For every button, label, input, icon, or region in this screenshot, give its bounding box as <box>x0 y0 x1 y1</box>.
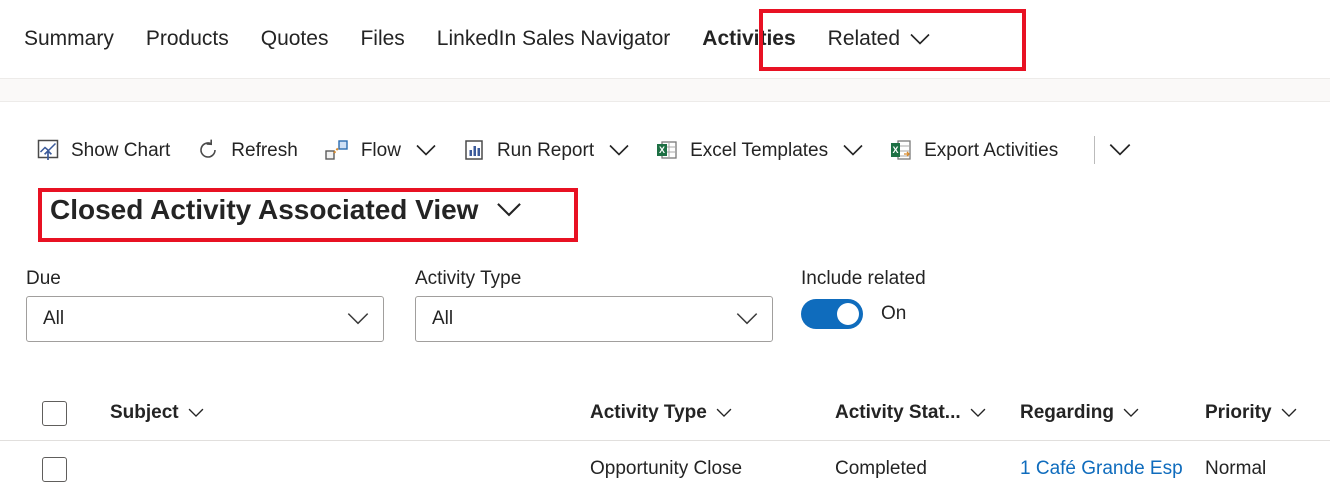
nav-tab-files[interactable]: Files <box>344 0 420 78</box>
column-header-activity-type-label: Activity Type <box>590 402 707 423</box>
view-selector[interactable]: Closed Activity Associated View <box>50 194 522 226</box>
flow-button[interactable]: Flow <box>324 139 436 161</box>
section-divider-band <box>0 78 1330 102</box>
chevron-down-icon <box>1281 408 1297 418</box>
chevron-down-icon <box>188 408 204 418</box>
select-all-checkbox[interactable] <box>42 400 67 426</box>
due-filter-label: Due <box>26 268 61 289</box>
export-excel-icon: X <box>889 138 913 162</box>
column-header-regarding[interactable]: Regarding <box>1020 402 1205 424</box>
due-filter-value: All <box>43 308 65 329</box>
due-filter-select[interactable]: All <box>26 296 384 342</box>
chevron-down-icon <box>1109 143 1131 157</box>
command-bar-separator <box>1094 136 1096 164</box>
cell-priority: Normal <box>1205 458 1267 479</box>
row-checkbox[interactable] <box>42 456 67 482</box>
svg-text:X: X <box>659 145 665 155</box>
show-chart-button[interactable]: Show Chart <box>36 138 170 162</box>
column-header-subject-label: Subject <box>110 402 179 423</box>
include-related-group: Include related On <box>801 268 926 329</box>
column-header-subject[interactable]: Subject <box>110 402 590 424</box>
include-related-state: On <box>881 303 907 324</box>
run-report-icon <box>462 138 486 162</box>
nav-related-label: Related <box>827 27 901 50</box>
column-header-activity-status[interactable]: Activity Stat... <box>835 402 1020 424</box>
due-filter-group: Due All <box>26 268 384 342</box>
excel-templates-button[interactable]: X Excel Templates <box>655 138 863 162</box>
chevron-down-icon <box>1123 408 1139 418</box>
flow-label: Flow <box>360 139 401 161</box>
cell-regarding-link[interactable]: 1 Café Grande Esp <box>1020 458 1205 480</box>
nav-tab-linkedin-sales-navigator[interactable]: LinkedIn Sales Navigator <box>421 0 686 78</box>
command-bar: Show Chart Refresh Flow Run Report X Exc… <box>0 122 1330 178</box>
chevron-down-icon <box>347 312 369 326</box>
export-activities-label: Export Activities <box>924 139 1059 161</box>
run-report-label: Run Report <box>496 139 595 161</box>
cell-activity-type: Opportunity Close <box>590 458 743 479</box>
include-related-toggle[interactable] <box>801 299 863 329</box>
column-header-regarding-label: Regarding <box>1020 402 1114 423</box>
view-selector-title: Closed Activity Associated View <box>50 194 479 225</box>
chevron-down-icon <box>609 144 629 157</box>
nav-tab-activities[interactable]: Activities <box>686 0 811 78</box>
select-all-cell <box>42 400 110 426</box>
show-chart-label: Show Chart <box>71 139 171 161</box>
table-row[interactable]: Opportunity Close Completed 1 Café Grand… <box>0 441 1330 497</box>
nav-tab-products[interactable]: Products <box>130 0 245 78</box>
column-header-activity-type[interactable]: Activity Type <box>590 402 835 424</box>
activity-type-filter-group: Activity Type All <box>415 268 773 342</box>
nav-tab-quotes[interactable]: Quotes <box>245 0 345 78</box>
refresh-icon <box>196 138 220 162</box>
command-bar-overflow-button[interactable] <box>1109 143 1131 157</box>
include-related-label: Include related <box>801 268 926 289</box>
chevron-down-icon <box>416 144 436 157</box>
export-activities-button[interactable]: X Export Activities <box>889 138 1058 162</box>
nav-tab-related[interactable]: Related <box>812 27 946 51</box>
show-chart-icon <box>36 138 60 162</box>
chevron-down-icon <box>843 144 863 157</box>
activity-type-filter-select[interactable]: All <box>415 296 773 342</box>
refresh-button[interactable]: Refresh <box>196 138 298 162</box>
chevron-down-icon <box>910 33 930 46</box>
activities-grid: Subject Activity Type Activity Stat... R… <box>0 386 1330 497</box>
grid-header-row: Subject Activity Type Activity Stat... R… <box>0 386 1330 441</box>
filter-bar: Due All Activity Type All Include relate… <box>0 268 1330 348</box>
column-header-activity-status-label: Activity Stat... <box>835 402 961 423</box>
chevron-down-icon <box>496 202 522 218</box>
run-report-button[interactable]: Run Report <box>462 138 629 162</box>
entity-tab-bar: Summary Products Quotes Files LinkedIn S… <box>0 0 1330 78</box>
cell-activity-status: Completed <box>835 458 927 479</box>
toggle-knob <box>837 303 859 325</box>
svg-text:X: X <box>893 145 899 155</box>
chevron-down-icon <box>716 408 732 418</box>
row-select-cell <box>42 456 110 482</box>
column-header-priority-label: Priority <box>1205 402 1272 423</box>
activity-type-filter-label: Activity Type <box>415 268 522 289</box>
chevron-down-icon <box>736 312 758 326</box>
refresh-label: Refresh <box>231 139 298 161</box>
column-header-priority[interactable]: Priority <box>1205 402 1330 424</box>
flow-icon <box>324 139 350 161</box>
chevron-down-icon <box>970 408 986 418</box>
excel-templates-icon: X <box>655 138 679 162</box>
excel-templates-label: Excel Templates <box>690 139 829 161</box>
activity-type-filter-value: All <box>432 308 454 329</box>
nav-tab-summary[interactable]: Summary <box>24 0 130 78</box>
include-related-toggle-row: On <box>801 299 926 329</box>
